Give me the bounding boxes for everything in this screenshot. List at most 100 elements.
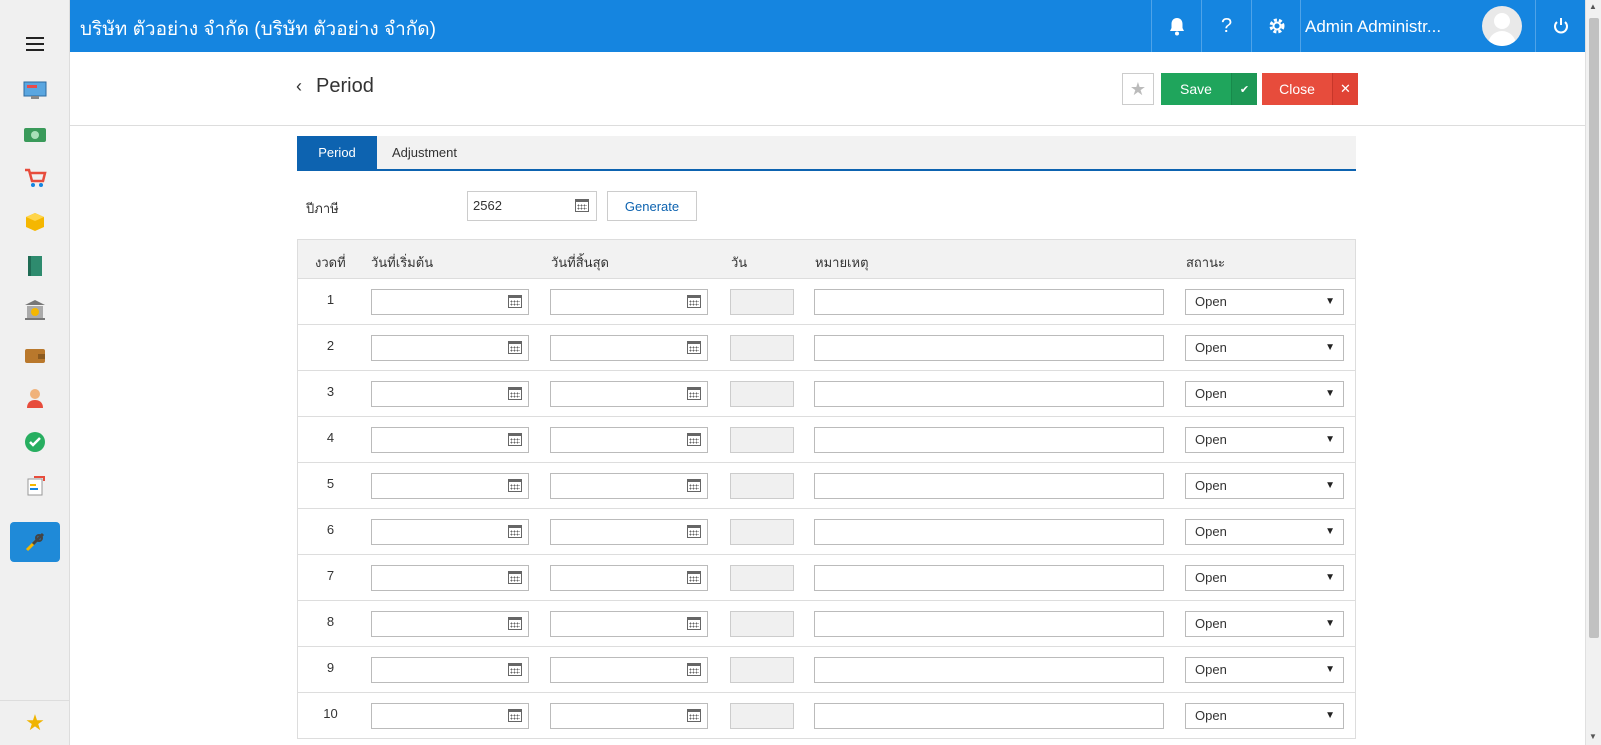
- tab-adjustment[interactable]: Adjustment: [377, 136, 472, 169]
- col-header-status: สถานะ: [1186, 255, 1225, 270]
- remark-input[interactable]: [814, 473, 1164, 499]
- calendar-icon[interactable]: [687, 663, 701, 676]
- start-date-input[interactable]: [371, 289, 529, 315]
- end-date-input[interactable]: [550, 703, 708, 729]
- status-select[interactable]: Open ▼: [1185, 335, 1344, 361]
- calendar-icon[interactable]: [687, 341, 701, 354]
- calendar-icon[interactable]: [687, 571, 701, 584]
- calendar-icon[interactable]: [687, 387, 701, 400]
- status-select[interactable]: Open ▼: [1185, 289, 1344, 315]
- cart-icon[interactable]: [10, 158, 60, 198]
- report-icon[interactable]: [10, 466, 60, 506]
- save-check-icon[interactable]: ✔: [1231, 73, 1257, 105]
- calendar-icon[interactable]: [508, 571, 522, 584]
- calendar-icon[interactable]: [687, 479, 701, 492]
- status-select[interactable]: Open ▼: [1185, 703, 1344, 729]
- calendar-icon[interactable]: [508, 663, 522, 676]
- end-date-input[interactable]: [550, 335, 708, 361]
- book-icon[interactable]: [10, 246, 60, 286]
- calendar-icon[interactable]: [508, 433, 522, 446]
- start-date-input[interactable]: [371, 335, 529, 361]
- scroll-up-arrow-icon[interactable]: ▲: [1589, 2, 1597, 11]
- fiscal-year-input[interactable]: 2562: [467, 191, 597, 221]
- close-button[interactable]: Close: [1262, 73, 1332, 105]
- scroll-down-arrow-icon[interactable]: ▼: [1589, 732, 1597, 741]
- tab-period[interactable]: Period: [297, 136, 377, 169]
- page-scrollbar[interactable]: ▲ ▼: [1585, 0, 1601, 745]
- dashboard-icon[interactable]: [10, 70, 60, 110]
- calendar-icon[interactable]: [508, 617, 522, 630]
- calendar-icon[interactable]: [508, 341, 522, 354]
- start-date-input[interactable]: [371, 611, 529, 637]
- tab-bar: Period Adjustment: [297, 136, 1356, 171]
- status-select[interactable]: Open ▼: [1185, 427, 1344, 453]
- wallet-icon[interactable]: [10, 335, 60, 375]
- avatar[interactable]: [1482, 6, 1522, 46]
- remark-input[interactable]: [814, 657, 1164, 683]
- status-select[interactable]: Open ▼: [1185, 473, 1344, 499]
- box-icon[interactable]: [10, 202, 60, 242]
- end-date-input[interactable]: [550, 657, 708, 683]
- calendar-icon[interactable]: [508, 387, 522, 400]
- remark-input[interactable]: [814, 565, 1164, 591]
- end-date-input[interactable]: [550, 611, 708, 637]
- status-select[interactable]: Open ▼: [1185, 657, 1344, 683]
- end-date-input[interactable]: [550, 565, 708, 591]
- notification-bell-icon[interactable]: [1151, 0, 1201, 52]
- end-date-input[interactable]: [550, 519, 708, 545]
- check-icon[interactable]: [10, 422, 60, 462]
- calendar-icon[interactable]: [508, 479, 522, 492]
- status-value: Open: [1195, 708, 1227, 723]
- calendar-icon[interactable]: [687, 295, 701, 308]
- scroll-thumb[interactable]: [1589, 18, 1599, 638]
- start-date-input[interactable]: [371, 565, 529, 591]
- tools-icon[interactable]: [10, 522, 60, 562]
- end-date-input[interactable]: [550, 289, 708, 315]
- remark-input[interactable]: [814, 289, 1164, 315]
- calendar-icon[interactable]: [687, 525, 701, 538]
- calendar-icon[interactable]: [508, 709, 522, 722]
- back-chevron-icon[interactable]: ‹: [296, 76, 302, 97]
- calendar-icon[interactable]: [687, 433, 701, 446]
- start-date-input[interactable]: [371, 381, 529, 407]
- start-date-input[interactable]: [371, 703, 529, 729]
- status-select[interactable]: Open ▼: [1185, 565, 1344, 591]
- settings-gear-icon[interactable]: [1251, 0, 1301, 52]
- status-select[interactable]: Open ▼: [1185, 611, 1344, 637]
- remark-input[interactable]: [814, 519, 1164, 545]
- hamburger-menu-icon[interactable]: [26, 37, 44, 51]
- close-x-icon[interactable]: ✕: [1332, 73, 1358, 105]
- power-logout-icon[interactable]: [1535, 0, 1585, 52]
- user-icon[interactable]: [10, 378, 60, 418]
- calendar-icon[interactable]: [508, 295, 522, 308]
- save-button[interactable]: Save: [1161, 73, 1231, 105]
- help-icon[interactable]: ?: [1201, 0, 1251, 52]
- remark-input[interactable]: [814, 427, 1164, 453]
- calendar-icon[interactable]: [687, 617, 701, 630]
- start-date-input[interactable]: [371, 473, 529, 499]
- remark-input[interactable]: [814, 335, 1164, 361]
- dropdown-caret-icon: ▼: [1325, 618, 1335, 629]
- start-date-input[interactable]: [371, 427, 529, 453]
- user-name[interactable]: Admin Administr...: [1305, 17, 1441, 37]
- bank-icon[interactable]: [10, 290, 60, 330]
- favorites-star-icon[interactable]: ★: [0, 700, 70, 745]
- page-header: ‹ Period ★ Save ✔ Close ✕: [70, 52, 1585, 126]
- calendar-icon[interactable]: [508, 525, 522, 538]
- end-date-input[interactable]: [550, 473, 708, 499]
- calendar-icon[interactable]: [575, 199, 589, 212]
- favorite-star-button[interactable]: ★: [1122, 73, 1154, 105]
- start-date-input[interactable]: [371, 519, 529, 545]
- generate-button[interactable]: Generate: [607, 191, 697, 221]
- start-date-input[interactable]: [371, 657, 529, 683]
- remark-input[interactable]: [814, 703, 1164, 729]
- status-select[interactable]: Open ▼: [1185, 519, 1344, 545]
- calendar-icon[interactable]: [687, 709, 701, 722]
- dropdown-caret-icon: ▼: [1325, 296, 1335, 307]
- end-date-input[interactable]: [550, 427, 708, 453]
- remark-input[interactable]: [814, 381, 1164, 407]
- remark-input[interactable]: [814, 611, 1164, 637]
- status-select[interactable]: Open ▼: [1185, 381, 1344, 407]
- end-date-input[interactable]: [550, 381, 708, 407]
- money-icon[interactable]: [10, 115, 60, 155]
